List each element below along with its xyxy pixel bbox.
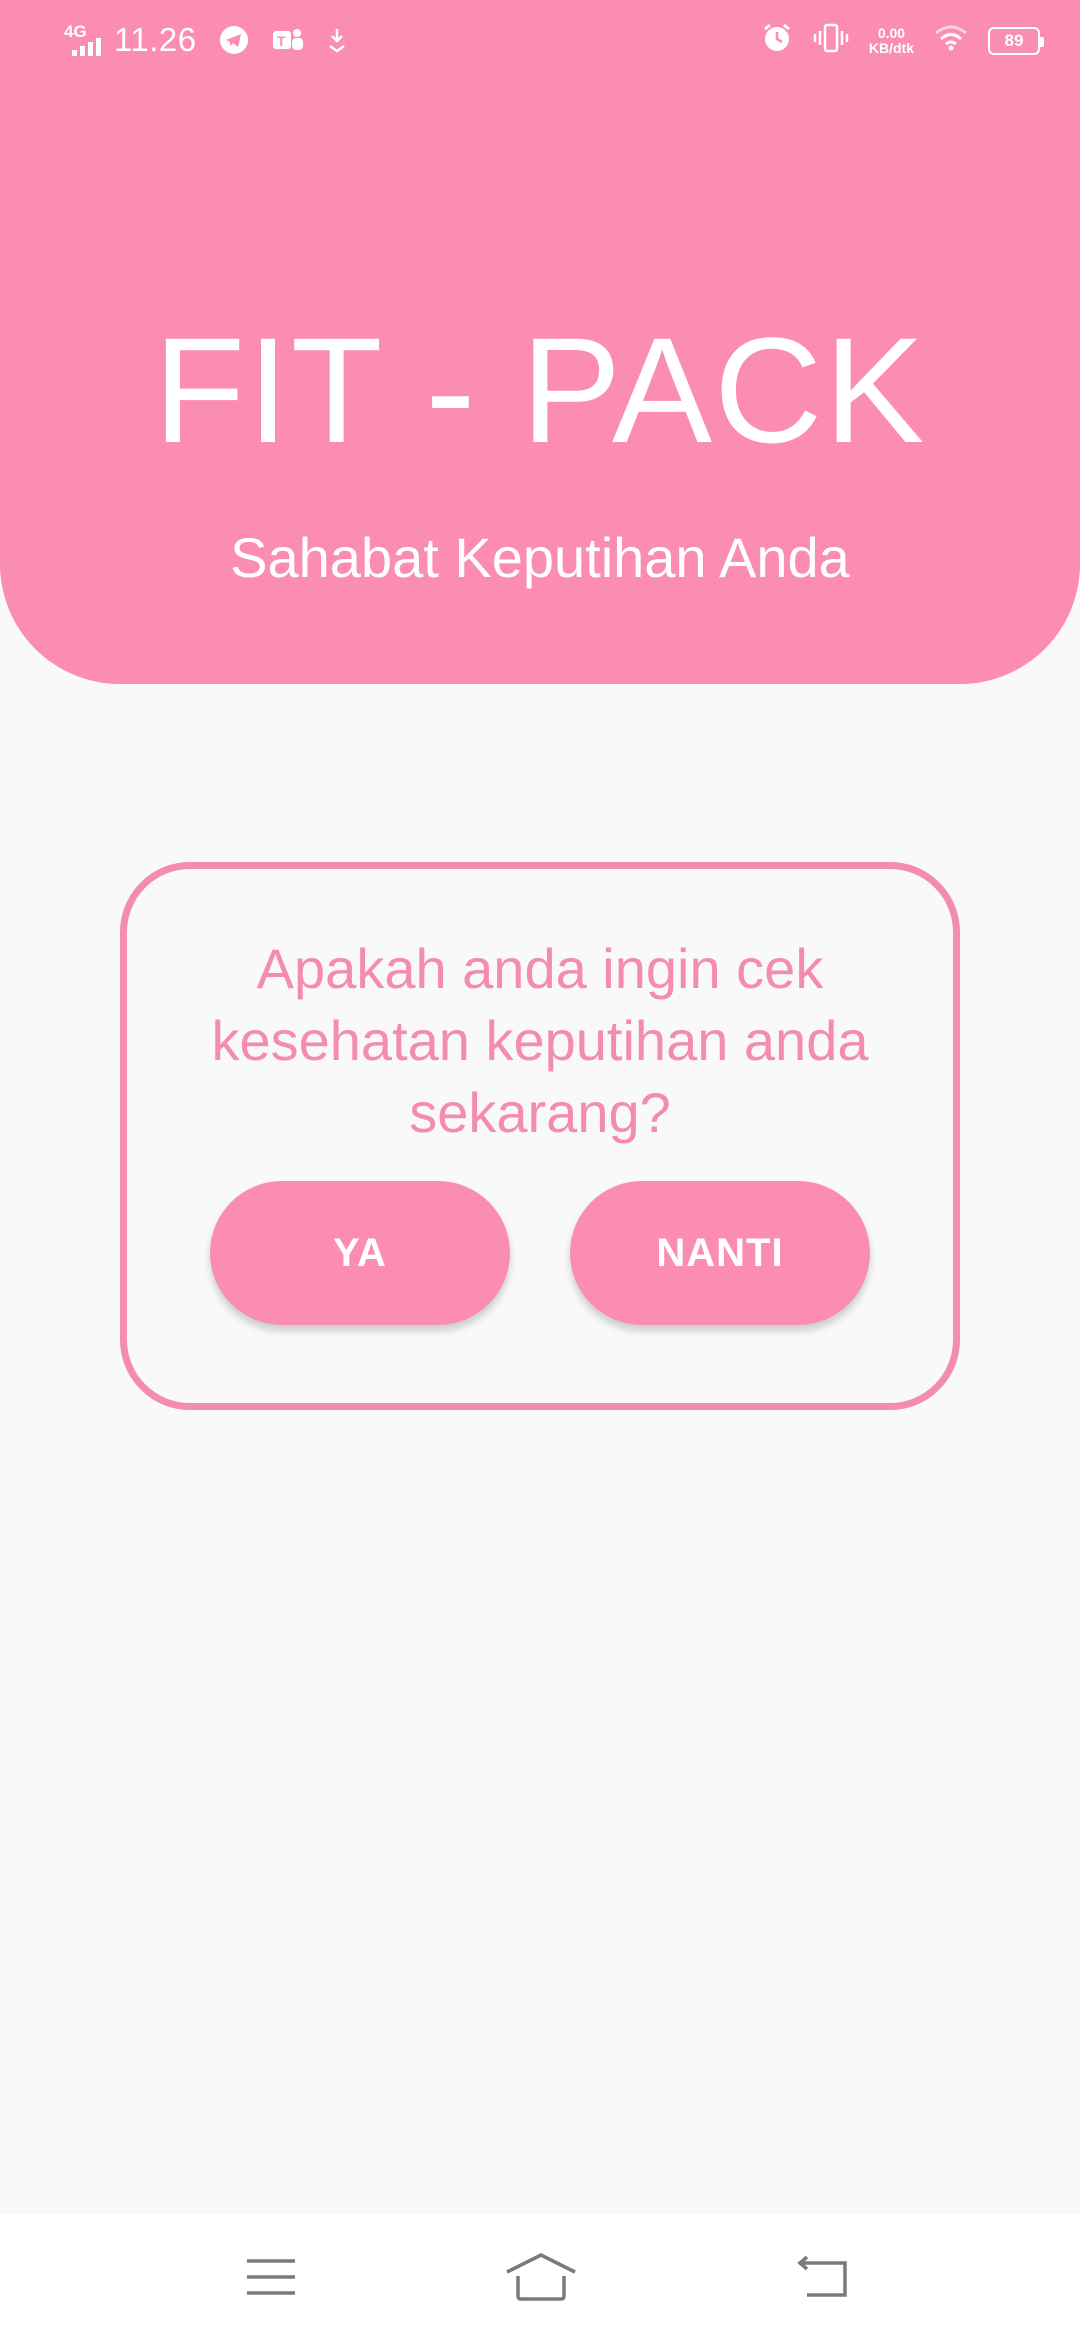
status-left: 4G 11.26 T [62,20,347,60]
wifi-icon [934,24,968,57]
svg-text:T: T [277,33,286,49]
cell-signal-icon: 4G [62,20,110,60]
screen: 4G 11.26 T 0.00 KB/dtk 89 FIT - PACK Sah… [0,0,1080,2340]
app-subtitle: Sahabat Keputihan Anda [230,526,850,589]
yes-button[interactable]: YA [210,1181,510,1325]
menu-icon[interactable] [231,2242,311,2312]
question-card: Apakah anda ingin cek kesehatan keputiha… [120,862,960,1410]
download-icon [327,26,347,54]
alarm-icon [761,22,793,59]
speed-value: 0.00 [877,24,906,41]
later-button[interactable]: NANTI [570,1181,870,1325]
status-bar: 4G 11.26 T 0.00 KB/dtk 89 [0,0,1080,84]
teams-icon: T [271,25,305,55]
telegram-icon [219,25,249,55]
clock: 11.26 [114,21,197,58]
battery-icon: 89 [988,26,1044,55]
battery-level: 89 [1004,30,1024,50]
question-text: Apakah anda ingin cek kesehatan keputiha… [211,937,869,1144]
navigation-bar [0,2214,1080,2340]
speed-unit: KB/dtk [868,39,914,56]
vibrate-icon [813,22,849,59]
header-banner: 4G 11.26 T 0.00 KB/dtk 89 FIT - PACK Sah… [0,0,1080,684]
home-icon[interactable] [501,2242,581,2312]
back-icon[interactable] [783,2242,863,2312]
app-title: FIT - PACK [153,306,927,474]
status-right: 0.00 KB/dtk 89 [761,22,1044,59]
network-speed: 0.00 KB/dtk [868,24,914,56]
